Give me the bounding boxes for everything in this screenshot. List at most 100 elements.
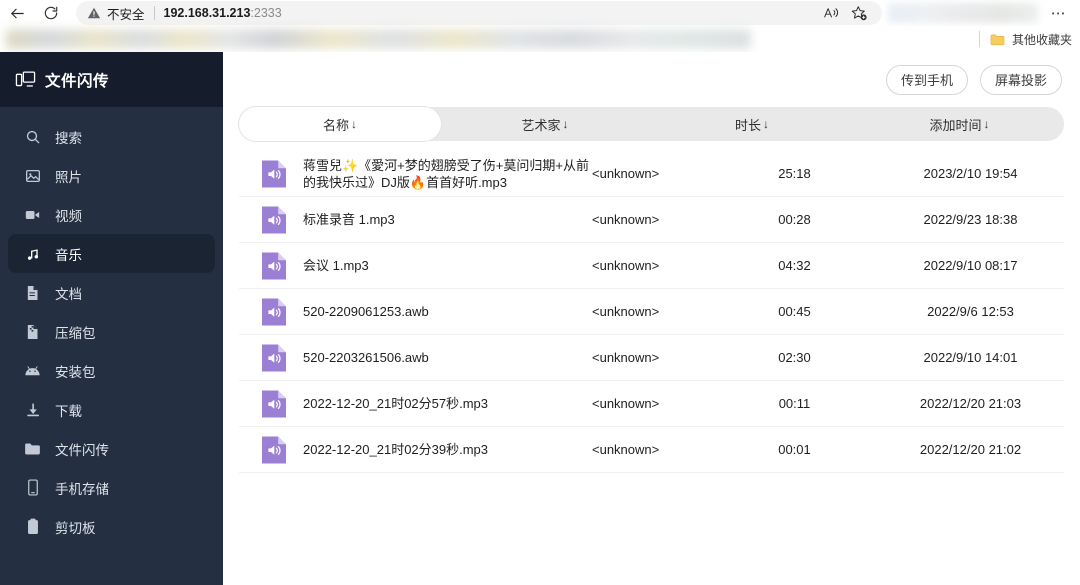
- video-icon: [24, 206, 41, 223]
- cell-duration: 00:45: [778, 304, 811, 319]
- file-name: 2022-12-20_21时02分39秒.mp3: [303, 442, 489, 457]
- sidebar-item-music[interactable]: 音乐: [8, 234, 215, 273]
- cell-name: 蒋雪兒✨《愛河+梦的翅膀受了伤+莫问归期+从前的我快乐过》DJ版🔥首首好听.mp…: [239, 157, 592, 191]
- column-header-duration[interactable]: 时长 ↓: [649, 107, 855, 141]
- add-favorite-icon[interactable]: [846, 2, 872, 24]
- cell-name: 520-2209061253.awb: [239, 297, 592, 327]
- cell-added-time: 2022/9/23 18:38: [923, 212, 1018, 227]
- cell-name: 会议 1.mp3: [239, 251, 592, 281]
- phone-monitor-icon: [14, 69, 36, 91]
- table-row[interactable]: 2022-12-20_21时02分39秒.mp3 <unknown> 00:01 20…: [239, 427, 1064, 473]
- sort-arrow-icon: ↓: [983, 117, 990, 131]
- table-row[interactable]: 蒋雪兒✨《愛河+梦的翅膀受了伤+莫问归期+从前的我快乐过》DJ版🔥首首好听.mp…: [239, 151, 1064, 197]
- table-row[interactable]: 2022-12-20_21时02分57秒.mp3 <unknown> 00:11 20…: [239, 381, 1064, 427]
- more-options-icon[interactable]: ⋯: [1044, 0, 1074, 26]
- content-area: 传到手机 屏幕投影 名称 ↓ 艺术家 ↓ 时长 ↓ 添加时间 ↓ 蒋雪兒✨《愛河…: [223, 52, 1080, 585]
- other-favorites-label: 其他收藏夹: [1011, 32, 1072, 47]
- music-note-icon: [24, 245, 41, 262]
- column-header-artist-label: 艺术家: [521, 117, 561, 133]
- cell-artist: <unknown>: [592, 442, 660, 457]
- url-port: :2333: [250, 6, 282, 20]
- table-header-wrap: 名称 ↓ 艺术家 ↓ 时长 ↓ 添加时间 ↓: [223, 107, 1080, 141]
- redacted-profile-area: [888, 3, 1038, 23]
- sidebar-item-label: 搜索: [55, 130, 82, 146]
- audio-file-icon: [261, 297, 287, 327]
- column-header-added-label: 添加时间: [929, 117, 982, 133]
- sidebar-item-photos[interactable]: 照片: [8, 156, 215, 195]
- omnibox-divider: [153, 6, 155, 20]
- app-title: 文件闪传: [45, 72, 110, 90]
- send-to-phone-button[interactable]: 传到手机: [885, 64, 968, 95]
- sidebar-item-phonestorage[interactable]: 手机存储: [8, 468, 215, 507]
- column-header-name[interactable]: 名称 ↓: [239, 107, 441, 141]
- sidebar-item-label: 手机存储: [55, 481, 109, 497]
- cell-added-time: 2022/12/20 21:03: [919, 396, 1022, 411]
- android-icon: [24, 362, 41, 379]
- cell-duration: 02:30: [778, 350, 811, 365]
- reload-icon[interactable]: [34, 0, 68, 26]
- app-container: 文件闪传 搜索 照片 视频 音乐 文档 压缩包 安装包 下载 文件闪传 手机存储…: [0, 52, 1080, 585]
- table-row[interactable]: 520-2209061253.awb <unknown> 00:45 2022/9/6…: [239, 289, 1064, 335]
- sort-arrow-icon: ↓: [763, 117, 769, 131]
- sidebar-item-label: 安装包: [55, 364, 96, 380]
- read-aloud-icon[interactable]: [818, 2, 844, 24]
- table-header: 名称 ↓ 艺术家 ↓ 时长 ↓ 添加时间 ↓: [239, 107, 1064, 141]
- cell-added-time: 2022/9/6 12:53: [927, 304, 1014, 319]
- browser-nav-row: 不安全 192.168.31.213:2333 ⋯: [0, 0, 1080, 26]
- sidebar-item-downloads[interactable]: 下载: [8, 390, 215, 429]
- bookmark-separator: [978, 31, 980, 47]
- cell-added-time: 2022/9/10 08:17: [923, 258, 1018, 273]
- sort-arrow-icon: ↓: [351, 117, 357, 131]
- file-name: 蒋雪兒✨《愛河+梦的翅膀受了伤+莫问归期+从前的我快乐过》DJ版🔥首首好听.mp…: [303, 157, 589, 190]
- audio-file-icon: [261, 435, 287, 465]
- sidebar-item-archives[interactable]: 压缩包: [8, 312, 215, 351]
- audio-file-icon: [261, 205, 287, 235]
- cell-duration: 25:18: [778, 166, 811, 181]
- table-row[interactable]: 会议 1.mp3 <unknown> 04:32 2022/9/10 08:17: [239, 243, 1064, 289]
- sidebar-item-videos[interactable]: 视频: [8, 195, 215, 234]
- cell-duration: 00:28: [778, 212, 811, 227]
- sidebar-item-documents[interactable]: 文档: [8, 273, 215, 312]
- sort-arrow-icon: ↓: [562, 117, 569, 131]
- cell-name: 标准录音 1.mp3: [239, 205, 592, 235]
- folder-icon: [24, 440, 41, 457]
- cell-artist: <unknown>: [592, 350, 660, 365]
- sidebar-item-clipboard[interactable]: 剪切板: [8, 507, 215, 546]
- sidebar-item-label: 视频: [55, 208, 82, 224]
- column-header-artist[interactable]: 艺术家 ↓: [441, 107, 649, 141]
- clipboard-icon: [24, 518, 41, 535]
- phone-icon: [24, 479, 41, 496]
- screen-cast-button[interactable]: 屏幕投影: [979, 64, 1062, 95]
- column-header-added[interactable]: 添加时间 ↓: [855, 107, 1064, 141]
- sidebar-item-filetransfer[interactable]: 文件闪传: [8, 429, 215, 468]
- table-row[interactable]: 520-2203261506.awb <unknown> 02:30 2022/9/1…: [239, 335, 1064, 381]
- back-arrow-icon[interactable]: [0, 0, 34, 26]
- browser-chrome: 不安全 192.168.31.213:2333 ⋯ 其他收藏夹: [0, 0, 1080, 52]
- photo-icon: [24, 167, 41, 184]
- cell-added-time: 2023/2/10 19:54: [923, 166, 1018, 181]
- download-icon: [24, 401, 41, 418]
- search-icon: [24, 128, 41, 145]
- file-name: 520-2209061253.awb: [303, 304, 429, 319]
- sidebar-item-label: 照片: [55, 169, 82, 185]
- cell-added-time: 2022/9/10 14:01: [923, 350, 1018, 365]
- cell-name: 520-2203261506.awb: [239, 343, 592, 373]
- sidebar-item-label: 下载: [55, 403, 82, 419]
- sidebar-item-search[interactable]: 搜索: [8, 117, 215, 156]
- column-header-name-label: 名称: [322, 117, 349, 133]
- sidebar-item-apks[interactable]: 安装包: [8, 351, 215, 390]
- cell-artist: <unknown>: [592, 304, 660, 319]
- sidebar-item-label: 音乐: [55, 247, 82, 263]
- cell-artist: <unknown>: [592, 166, 660, 181]
- cell-artist: <unknown>: [592, 212, 660, 227]
- table-row[interactable]: 标准录音 1.mp3 <unknown> 00:28 2022/9/23 18:38: [239, 197, 1064, 243]
- cell-artist: <unknown>: [592, 396, 660, 411]
- other-favorites-button[interactable]: 其他收藏夹: [978, 26, 1072, 52]
- sidebar-item-label: 文档: [55, 286, 82, 302]
- omnibox-action-icons: [818, 2, 872, 24]
- cell-name: 2022-12-20_21时02分57秒.mp3: [239, 389, 592, 419]
- address-bar[interactable]: 不安全 192.168.31.213:2333: [76, 1, 882, 25]
- cell-duration: 00:11: [778, 396, 811, 411]
- audio-file-icon: [261, 251, 287, 281]
- cell-artist: <unknown>: [592, 258, 660, 273]
